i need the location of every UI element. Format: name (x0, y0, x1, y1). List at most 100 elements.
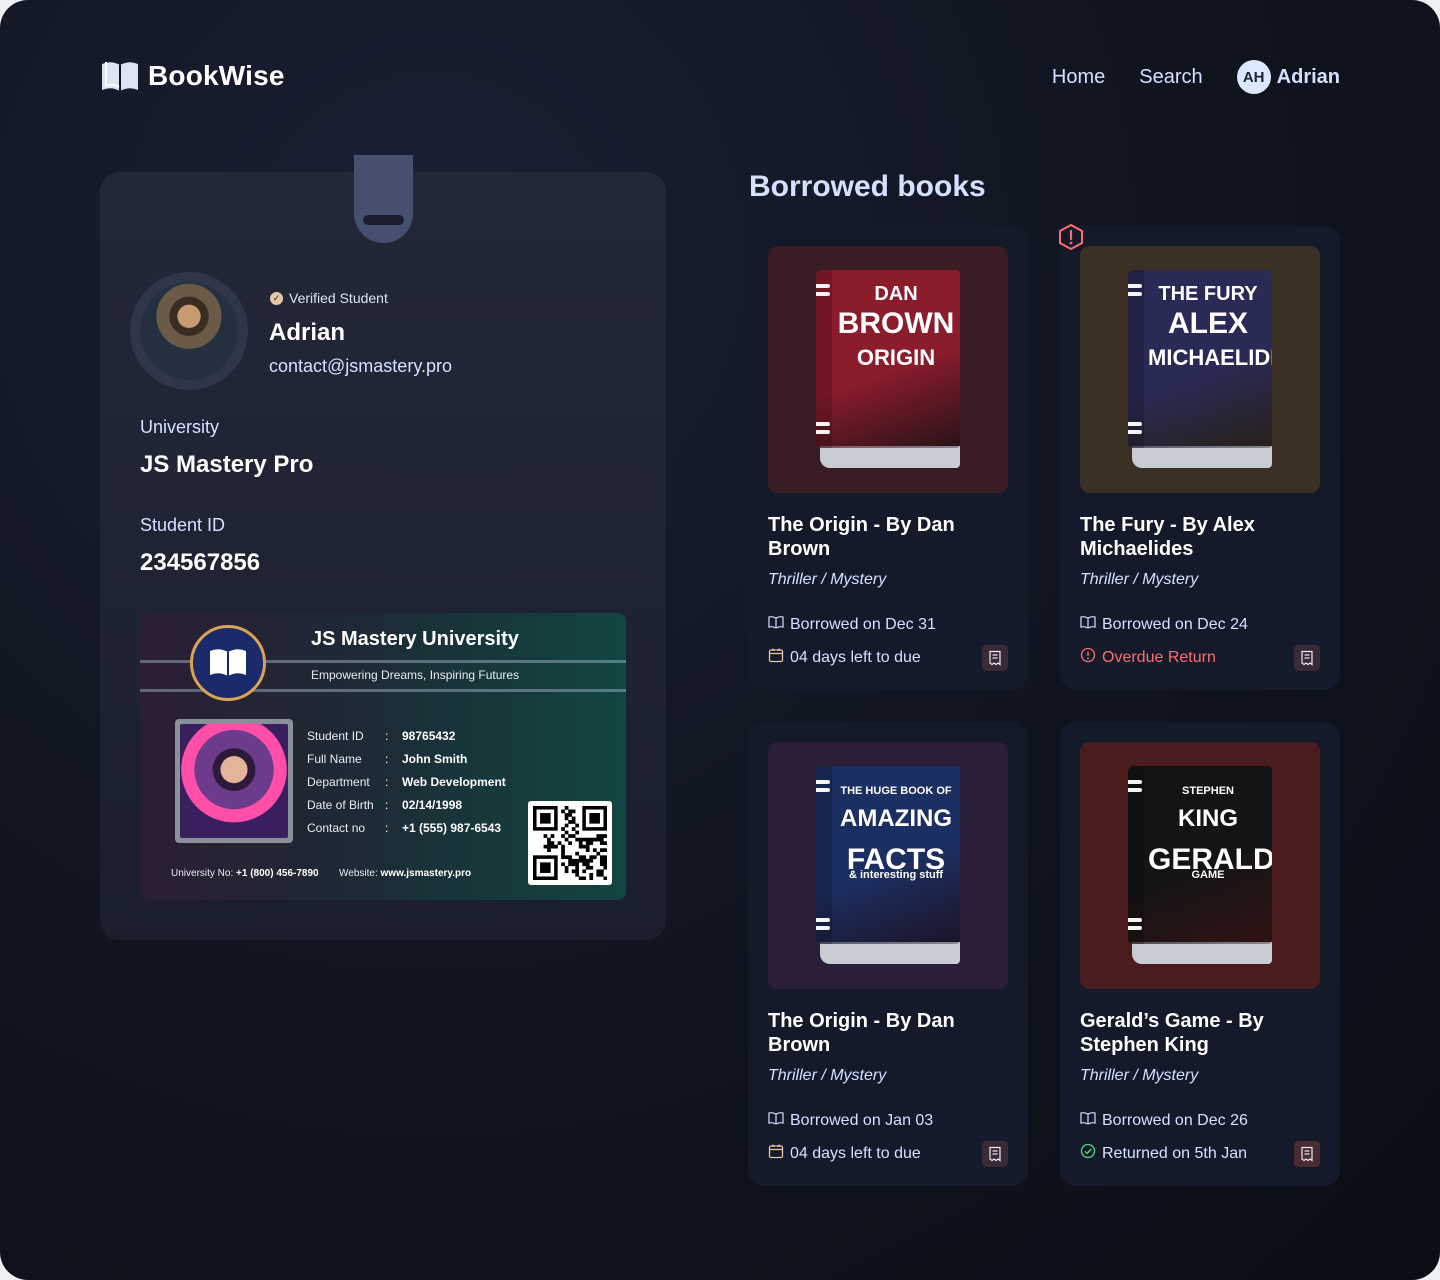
university-phone: University No: +1 (800) 456-7890 (171, 868, 319, 879)
field-value: 98765432 (402, 729, 456, 743)
due-status-text: Returned on 5th Jan (1102, 1144, 1247, 1162)
info-row: Department: Web Development (307, 775, 506, 789)
university-value: JS Mastery Pro (140, 451, 314, 478)
borrowed-date: Borrowed on Dec 24 (1080, 614, 1248, 635)
field-value: John Smith (402, 752, 468, 766)
receipt-icon (1301, 1146, 1313, 1162)
field-key: Contact no (307, 821, 366, 835)
receipt-button[interactable] (1294, 645, 1320, 671)
book-card[interactable]: THE FURYALEX MICHAELIDES The Fury - By Al… (1060, 226, 1340, 690)
book-illustration: THE FURYALEX MICHAELIDES (1128, 270, 1272, 468)
book-title[interactable]: The Origin - By Dan Brown (768, 513, 1008, 561)
book-genre: Thriller / Mystery (1080, 1067, 1199, 1084)
book-open-icon (1080, 1110, 1096, 1131)
book-cover: THE HUGE BOOK OF AMAZING FACTS & interestin… (816, 766, 960, 944)
info-row: Date of Birth:02/14/1998 (307, 798, 463, 812)
student-id-value: 234567856 (140, 549, 261, 576)
receipt-icon (989, 650, 1001, 666)
book-genre: Thriller / Mystery (768, 571, 887, 588)
warning-icon (1080, 647, 1096, 668)
book-open-icon (1080, 614, 1096, 635)
book-cover-panel[interactable]: DAN BROWN ORIGIN (768, 246, 1008, 493)
book-card[interactable]: STEPHENKINGGERALD'SGAME Gerald’s Game - … (1060, 722, 1340, 1186)
borrowed-date-text: Borrowed on Dec 24 (1102, 615, 1248, 633)
book-cover: STEPHENKINGGERALD'SGAME (1128, 766, 1272, 944)
receipt-icon (989, 1146, 1001, 1162)
field-value: Web Development (402, 775, 506, 789)
student-id-label: Student ID (140, 515, 226, 535)
due-status: 04 days left to due (768, 647, 921, 668)
top-nav: Home Search AH Adrian (1052, 58, 1340, 96)
borrowed-date: Borrowed on Dec 31 (768, 614, 936, 635)
info-row: Contact no: +1 (555) 987-6543 (307, 821, 502, 835)
profile-email: contact@jsmastery.pro (269, 356, 452, 376)
cover-text: KING (1178, 805, 1238, 832)
field-key: Student ID (307, 729, 364, 743)
receipt-button[interactable] (982, 1141, 1008, 1167)
receipt-icon (1301, 650, 1313, 666)
cover-text: THE FURY (1158, 283, 1258, 305)
due-status: 04 days left to due (768, 1143, 921, 1164)
book-cover: DAN BROWN ORIGIN (816, 270, 960, 448)
field-key: Full Name (307, 752, 362, 766)
profile-photo (130, 272, 248, 390)
book-card[interactable]: DAN BROWN ORIGIN The Origin - By Dan Brown… (748, 226, 1028, 690)
cover-text: MICHAELIDES (1148, 345, 1272, 370)
book-illustration: STEPHENKINGGERALD'SGAME (1128, 766, 1272, 964)
book-cover-panel[interactable]: STEPHENKINGGERALD'SGAME (1080, 742, 1320, 989)
book-card[interactable]: THE HUGE BOOK OF AMAZING FACTS & interestin… (748, 722, 1028, 1186)
info-row: Full Name: John Smith (307, 752, 468, 766)
book-open-icon (768, 614, 784, 635)
borrowed-date-text: Borrowed on Jan 03 (790, 1111, 934, 1129)
verified-label: Verified Student (289, 290, 388, 306)
book-open-icon (768, 1110, 784, 1131)
student-id-card: ✓ Verified Student Adrian contact@jsmast… (100, 172, 666, 940)
book-logo-icon (102, 62, 138, 91)
university-tagline: Empowering Dreams, Inspiring Futures (311, 668, 520, 682)
field-key: Date of Birth (307, 798, 374, 812)
book-illustration: DAN BROWN ORIGIN (816, 270, 960, 468)
due-status: Returned on 5th Jan (1080, 1143, 1247, 1164)
verified-badge: ✓ Verified Student (270, 290, 388, 306)
receipt-button[interactable] (982, 645, 1008, 671)
cover-text: ALEX (1167, 307, 1248, 340)
user-menu[interactable]: AH Adrian (1236, 60, 1340, 94)
book-genre: Thriller / Mystery (1080, 571, 1199, 588)
section-title: Borrowed books (749, 170, 986, 203)
book-title[interactable]: Gerald’s Game - By Stephen King (1080, 1009, 1320, 1057)
student-photo (175, 719, 293, 843)
due-status-text: Overdue Return (1102, 648, 1216, 666)
due-status-text: 04 days left to due (790, 1144, 921, 1162)
university-title: JS Mastery University (311, 628, 519, 650)
borrowed-date-text: Borrowed on Dec 31 (790, 615, 936, 633)
logo[interactable]: BookWise (100, 58, 285, 94)
nav-home[interactable]: Home (1052, 66, 1105, 89)
cover-text: & interesting stuff (848, 869, 944, 881)
borrowed-date: Borrowed on Jan 03 (768, 1110, 933, 1131)
book-title[interactable]: The Origin - By Dan Brown (768, 1009, 1008, 1057)
university-website: Website: www.jsmastery.pro (339, 868, 472, 879)
alert-hexagon-icon (1059, 224, 1083, 250)
cover-text: ORIGIN (856, 345, 936, 370)
nav-search[interactable]: Search (1139, 66, 1202, 89)
user-name: Adrian (1276, 65, 1340, 88)
avatar: AH (1236, 60, 1271, 94)
profile-name: Adrian (269, 319, 346, 346)
field-value: 02/14/1998 (402, 798, 463, 812)
qr-code (528, 801, 612, 885)
university-seal-icon (190, 625, 266, 701)
borrowed-date-text: Borrowed on Dec 26 (1102, 1111, 1248, 1129)
due-status-text: 04 days left to due (790, 648, 921, 666)
book-cover-panel[interactable]: THE HUGE BOOK OF AMAZING FACTS & interestin… (768, 742, 1008, 989)
receipt-button[interactable] (1294, 1141, 1320, 1167)
book-cover-panel[interactable]: THE FURYALEX MICHAELIDES (1080, 246, 1320, 493)
book-title[interactable]: The Fury - By Alex Michaelides (1080, 513, 1320, 561)
check-icon: ✓ (270, 291, 283, 305)
field-value: +1 (555) 987-6543 (402, 821, 502, 835)
cover-text: BROWN (837, 307, 955, 340)
book-cover: THE FURYALEX MICHAELIDES (1128, 270, 1272, 448)
app-frame: BookWise Home Search AH Adrian ✓ Verifie… (0, 0, 1440, 1280)
check-circle-icon (1080, 1143, 1096, 1164)
cover-text: THE HUGE BOOK OF (840, 785, 952, 797)
borrowed-date: Borrowed on Dec 26 (1080, 1110, 1248, 1131)
